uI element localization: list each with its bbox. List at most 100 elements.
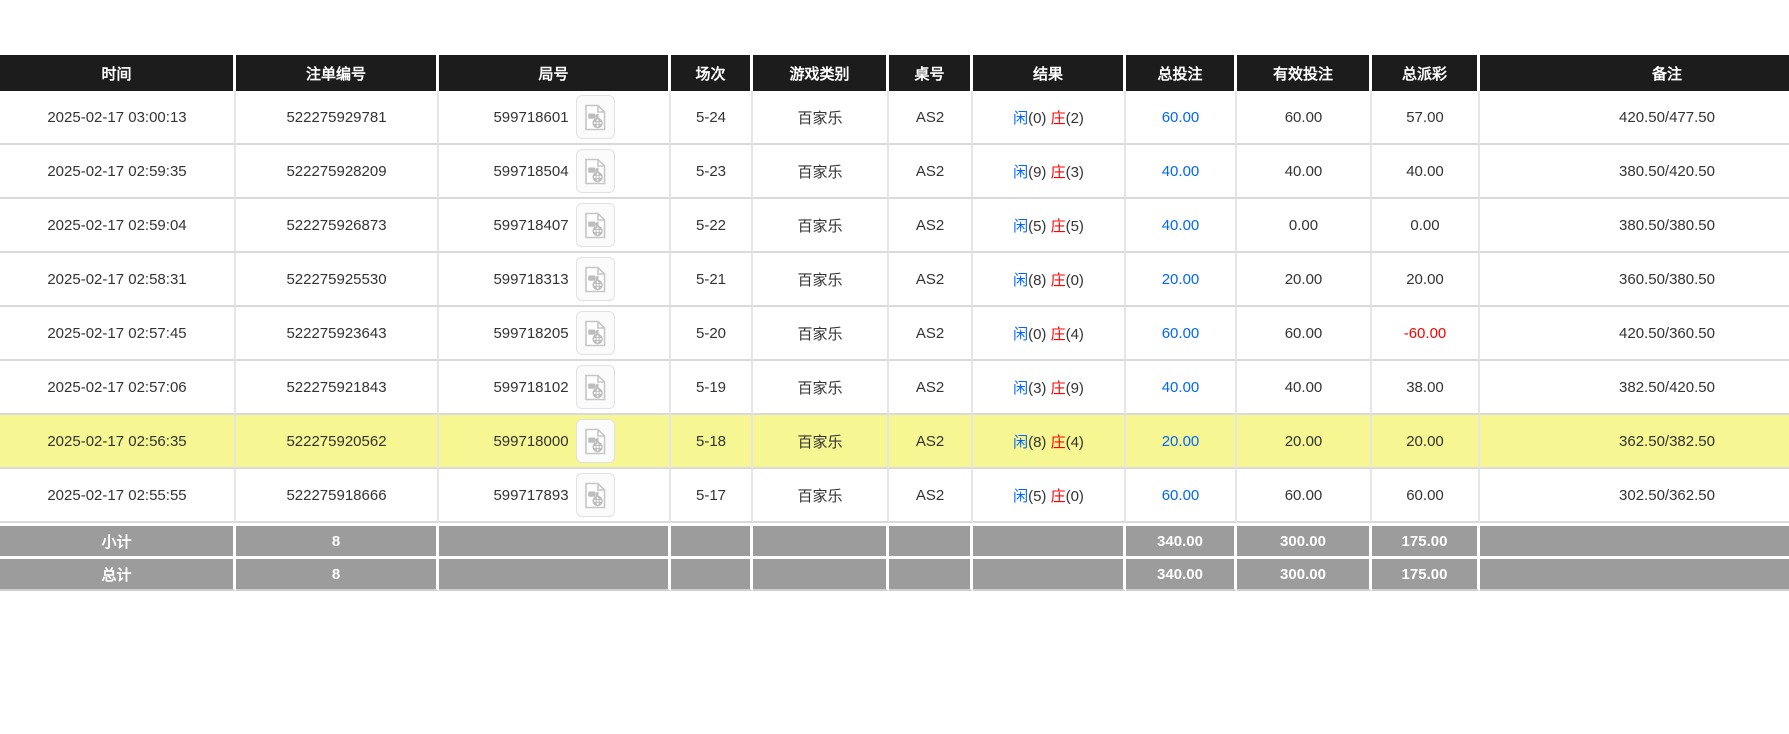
video-record-icon — [584, 266, 605, 292]
result-player-label: 闲 — [1013, 163, 1029, 181]
footer-cell-empty — [1480, 556, 1789, 591]
column-header-remark: 备注 — [1480, 55, 1789, 91]
result-banker-label: 庄 — [1050, 325, 1066, 343]
round-number: 599718102 — [493, 378, 569, 396]
cell-bet_id: 522275920562 — [236, 415, 439, 469]
cell-remark: 380.50/380.50 — [1480, 199, 1789, 253]
cell-session: 5-19 — [671, 361, 753, 415]
round-number: 599718000 — [493, 432, 569, 450]
cell-time: 2025-02-17 02:56:35 — [0, 415, 236, 469]
cell-session: 5-24 — [671, 91, 753, 145]
result-banker-score: (2) — [1065, 109, 1084, 127]
cell-bet_id: 522275923643 — [236, 307, 439, 361]
table-footer: 小计 8 340.00 300.00 175.00 总计 8 340.00 300.00 175.… — [0, 523, 1789, 591]
table-row: 2025-02-17 02:56:35 522275920562 599718000… — [0, 415, 1789, 469]
bet-records-table: 时间 注单编号 局号 场次 游戏类别 桌号 结果 总投注 有效投注 总派彩 备注 2025-02-1… — [0, 55, 1789, 591]
cell-time: 2025-02-17 02:57:06 — [0, 361, 236, 415]
cell-payout: 0.00 — [1372, 199, 1480, 253]
result-player-score: (0) — [1028, 109, 1051, 127]
cell-game_type: 百家乐 — [753, 307, 889, 361]
video-playback-button[interactable] — [575, 257, 615, 301]
cell-game_type: 百家乐 — [753, 361, 889, 415]
column-header-result: 结果 — [973, 55, 1126, 91]
cell-bet_id: 522275918666 — [236, 469, 439, 523]
footer-cell-label: 小计 — [0, 523, 236, 556]
cell-game_type: 百家乐 — [753, 469, 889, 523]
column-header-time: 时间 — [0, 55, 236, 91]
round-number: 599718313 — [493, 270, 569, 288]
cell-result: 闲(5) 庄(5) — [973, 199, 1126, 253]
result-player-label: 闲 — [1013, 217, 1029, 235]
cell-valid_bet: 40.00 — [1237, 361, 1372, 415]
cell-bet_id: 522275929781 — [236, 91, 439, 145]
round-number: 599718601 — [493, 108, 569, 126]
subtotal-row: 小计 8 340.00 300.00 175.00 — [0, 523, 1789, 556]
cell-payout: 40.00 — [1372, 145, 1480, 199]
footer-cell-valid_bet: 300.00 — [1237, 556, 1372, 591]
cell-time: 2025-02-17 02:58:31 — [0, 253, 236, 307]
footer-cell-empty — [973, 523, 1126, 556]
footer-cell-empty — [889, 523, 973, 556]
cell-payout: 38.00 — [1372, 361, 1480, 415]
video-playback-button[interactable] — [575, 149, 615, 193]
cell-game_type: 百家乐 — [753, 253, 889, 307]
column-header-session: 场次 — [671, 55, 753, 91]
video-playback-button[interactable] — [575, 473, 615, 517]
round-number-group: 599718313 — [493, 257, 615, 301]
table-header: 时间 注单编号 局号 场次 游戏类别 桌号 结果 总投注 有效投注 总派彩 备注 — [0, 55, 1789, 91]
cell-total_bet: 20.00 — [1126, 415, 1237, 469]
video-playback-button[interactable] — [575, 95, 615, 139]
video-record-icon — [584, 320, 605, 346]
result-banker-label: 庄 — [1050, 163, 1066, 181]
video-playback-button[interactable] — [575, 311, 615, 355]
column-header-game_type: 游戏类别 — [753, 55, 889, 91]
cell-table_no: AS2 — [889, 469, 973, 523]
cell-time: 2025-02-17 02:55:55 — [0, 469, 236, 523]
result-player-score: (8) — [1028, 433, 1051, 451]
footer-cell-empty — [439, 523, 671, 556]
result-player-label: 闲 — [1013, 109, 1029, 127]
cell-result: 闲(0) 庄(4) — [973, 307, 1126, 361]
table-row: 2025-02-17 02:57:45 522275923643 599718205… — [0, 307, 1789, 361]
table-row: 2025-02-17 02:58:31 522275925530 599718313… — [0, 253, 1789, 307]
cell-payout: 20.00 — [1372, 253, 1480, 307]
video-record-icon — [584, 212, 605, 238]
cell-time: 2025-02-17 02:57:45 — [0, 307, 236, 361]
cell-round: 599717893 — [439, 469, 671, 523]
cell-result: 闲(8) 庄(0) — [973, 253, 1126, 307]
video-playback-button[interactable] — [575, 419, 615, 463]
round-number-group: 599718102 — [493, 365, 615, 409]
cell-round: 599718504 — [439, 145, 671, 199]
table-row: 2025-02-17 02:59:35 522275928209 599718504… — [0, 145, 1789, 199]
video-playback-button[interactable] — [575, 365, 615, 409]
video-record-icon — [584, 158, 605, 184]
round-number: 599718205 — [493, 324, 569, 342]
cell-bet_id: 522275921843 — [236, 361, 439, 415]
cell-game_type: 百家乐 — [753, 199, 889, 253]
result-player-label: 闲 — [1013, 379, 1029, 397]
cell-payout: 60.00 — [1372, 469, 1480, 523]
cell-total_bet: 60.00 — [1126, 91, 1237, 145]
result-player-label: 闲 — [1013, 325, 1029, 343]
cell-table_no: AS2 — [889, 361, 973, 415]
cell-table_no: AS2 — [889, 91, 973, 145]
footer-cell-empty — [1480, 523, 1789, 556]
cell-table_no: AS2 — [889, 307, 973, 361]
round-number: 599717893 — [493, 486, 569, 504]
cell-table_no: AS2 — [889, 199, 973, 253]
cell-bet_id: 522275926873 — [236, 199, 439, 253]
cell-payout: 57.00 — [1372, 91, 1480, 145]
cell-session: 5-21 — [671, 253, 753, 307]
cell-valid_bet: 20.00 — [1237, 253, 1372, 307]
footer-cell-count: 8 — [236, 556, 439, 591]
result-player-score: (5) — [1028, 217, 1051, 235]
video-playback-button[interactable] — [575, 203, 615, 247]
result-banker-label: 庄 — [1050, 271, 1066, 289]
footer-cell-total_bet: 340.00 — [1126, 556, 1237, 591]
total-row: 总计 8 340.00 300.00 175.00 — [0, 556, 1789, 591]
result-banker-score: (4) — [1065, 325, 1084, 343]
result-banker-label: 庄 — [1050, 433, 1066, 451]
cell-round: 599718000 — [439, 415, 671, 469]
header-row: 时间 注单编号 局号 场次 游戏类别 桌号 结果 总投注 有效投注 总派彩 备注 — [0, 55, 1789, 91]
cell-session: 5-23 — [671, 145, 753, 199]
